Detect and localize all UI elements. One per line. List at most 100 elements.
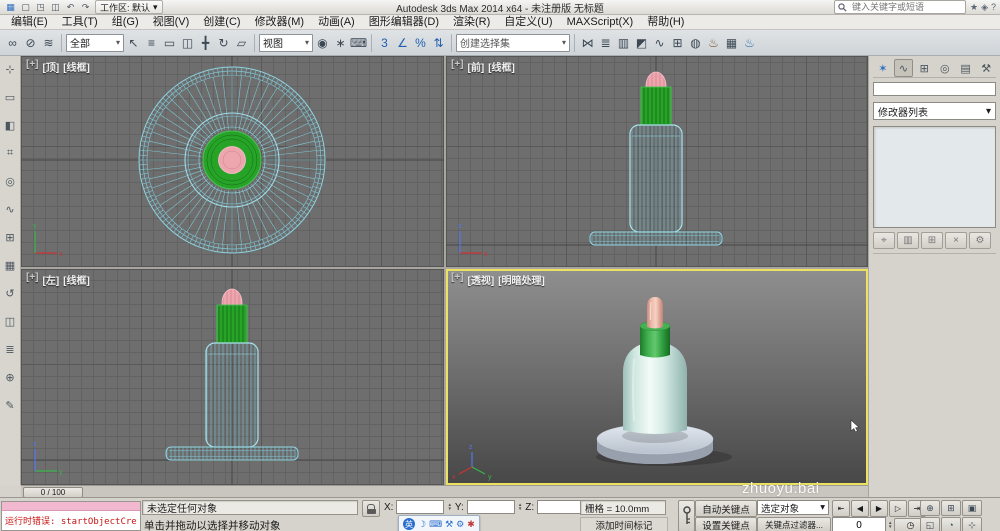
menu-item[interactable]: MAXScript(X) [560,15,641,30]
side-tool-icon[interactable]: ⊹ [2,62,18,77]
macro-recorder-line[interactable] [2,502,140,511]
spinner-snap-icon[interactable]: ⇅ [430,34,447,52]
unlink-selection-icon[interactable]: ⊘ [22,34,39,52]
previous-frame-icon[interactable]: ◀ [851,500,869,517]
current-frame-field[interactable] [832,517,886,531]
snap-toggle-3d-icon[interactable]: 3 [376,34,393,52]
time-slider-track[interactable]: 0 / 100 [21,485,868,498]
render-production-icon[interactable]: ♨ [741,34,758,52]
spinner-icon[interactable]: ▲▼ [447,502,451,512]
viewport-general-menu[interactable]: [+] [451,59,464,74]
search-input[interactable] [849,1,962,13]
viewport-pov-menu[interactable]: [顶] [43,59,60,74]
material-editor-icon[interactable]: ◍ [687,34,704,52]
use-pivot-center-icon[interactable]: ◉ [314,34,331,52]
pan-icon[interactable]: ⊹ [962,517,982,531]
lock-selection-toggle[interactable] [362,500,380,517]
show-end-result-icon[interactable]: ▥ [897,232,919,249]
ime-keyboard-icon[interactable]: ⌨ [429,519,442,530]
auto-key-button[interactable]: 自动关键点 [695,500,757,517]
side-tool-icon[interactable]: ⊕ [2,370,18,385]
ime-settings-icon[interactable]: ⚙ [456,519,464,530]
zoom-extents-icon[interactable]: ▣ [962,500,982,516]
spinner-icon[interactable]: ▲▼ [888,520,892,530]
window-crossing-icon[interactable]: ◫ [179,34,196,52]
key-mode-dropdown[interactable]: 选定对象 ▾ [757,500,829,515]
named-selection-set-field[interactable]: 创建选择集 ▾ [456,33,570,52]
zoom-all-icon[interactable]: ⊞ [941,500,961,516]
side-tool-icon[interactable]: ◎ [2,174,18,189]
viewport-general-menu[interactable]: [+] [451,272,464,287]
spinner-icon[interactable]: ▲▼ [518,502,522,512]
y-coordinate-field[interactable] [466,500,515,514]
help-icon[interactable]: ? [991,2,996,13]
layer-manager-icon[interactable]: ▥ [615,34,632,52]
ime-symbol-icon[interactable]: ✱ [467,519,475,530]
select-and-link-icon[interactable]: ∞ [4,34,21,52]
side-tool-icon[interactable]: ∿ [2,202,18,217]
render-setup-icon[interactable]: ♨ [705,34,722,52]
modifier-list-dropdown[interactable]: 修改器列表 ▾ [873,102,996,120]
z-coordinate-field[interactable] [537,500,586,514]
favorites-icon[interactable]: ★ [970,2,978,13]
viewport-left[interactable]: [+] [左] [线框] y z [21,269,444,485]
go-to-start-icon[interactable]: ⇤ [832,500,850,517]
ime-toolbox-icon[interactable]: ⚒ [445,519,453,530]
app-menu-icon[interactable]: ▦ [4,1,17,13]
side-tool-icon[interactable]: ▦ [2,258,18,273]
configure-modifier-sets-icon[interactable]: ⚙ [969,232,991,249]
viewport-shading-menu[interactable]: [线框] [488,59,515,74]
align-icon[interactable]: ≣ [597,34,614,52]
play-icon[interactable]: ▶ [870,500,888,517]
viewport-top[interactable]: [+] [顶] [线框] x y [21,56,444,267]
ime-shape-icon[interactable]: ☽ [418,519,426,530]
object-name-field[interactable] [873,82,996,96]
zoom-icon[interactable]: ⊕ [920,500,940,516]
menu-item[interactable]: 组(G) [105,15,146,30]
reference-coordinate-dropdown[interactable]: 视图 ▾ [259,33,313,52]
next-frame-icon[interactable]: ▷ [889,500,907,517]
menu-item[interactable]: 渲染(R) [446,15,497,30]
select-and-rotate-icon[interactable]: ↻ [215,34,232,52]
side-tool-icon[interactable]: ↺ [2,286,18,301]
display-tab[interactable]: ▤ [956,59,976,77]
create-tab[interactable]: ✶ [873,59,893,77]
motion-tab[interactable]: ◎ [935,59,955,77]
select-and-manipulate-icon[interactable]: ∗ [332,34,349,52]
menu-item[interactable]: 视图(V) [146,15,197,30]
side-tool-icon[interactable]: ▭ [2,90,18,105]
viewport-shading-menu[interactable]: [明暗处理] [498,272,545,287]
rendered-frame-icon[interactable]: ▦ [723,34,740,52]
menu-item[interactable]: 自定义(U) [497,15,559,30]
communication-center-icon[interactable]: ◈ [981,2,988,13]
select-object-icon[interactable]: ↖ [125,34,142,52]
side-tool-icon[interactable]: ⊞ [2,230,18,245]
angle-snap-icon[interactable]: ∠ [394,34,411,52]
menu-item[interactable]: 动画(A) [311,15,362,30]
side-tool-icon[interactable]: ✎ [2,398,18,413]
menu-item[interactable]: 帮助(H) [640,15,691,30]
percent-snap-icon[interactable]: % [412,34,429,52]
undo-icon[interactable]: ↶ [64,1,77,13]
maxscript-mini-listener[interactable]: 运行时错误: startObjectCre [1,501,141,531]
key-filters-button[interactable]: 关键点过滤器... [757,517,831,531]
open-file-icon[interactable]: ◳ [34,1,47,13]
menu-item[interactable]: 工具(T) [55,15,105,30]
set-key-button[interactable]: 设置关键点 [695,517,757,531]
save-file-icon[interactable]: ◫ [49,1,62,13]
workspace-dropdown[interactable]: 工作区: 默认 ▾ [95,0,163,14]
side-tool-icon[interactable]: ≣ [2,342,18,357]
infocenter-search[interactable] [833,0,966,14]
menu-item[interactable]: 创建(C) [196,15,247,30]
viewport-pov-menu[interactable]: [左] [43,272,60,287]
modifier-stack-list[interactable] [873,126,996,228]
menu-item[interactable]: 图形编辑器(D) [362,15,446,30]
viewport-shading-menu[interactable]: [线框] [63,272,90,287]
viewport-shading-menu[interactable]: [线框] [63,59,90,74]
selection-filter-dropdown[interactable]: 全部 ▾ [66,33,124,52]
side-tool-icon[interactable]: ◧ [2,118,18,133]
make-unique-icon[interactable]: ⊞ [921,232,943,249]
menu-item[interactable]: 编辑(E) [4,15,55,30]
select-and-scale-icon[interactable]: ▱ [233,34,250,52]
remove-modifier-icon[interactable]: × [945,232,967,249]
